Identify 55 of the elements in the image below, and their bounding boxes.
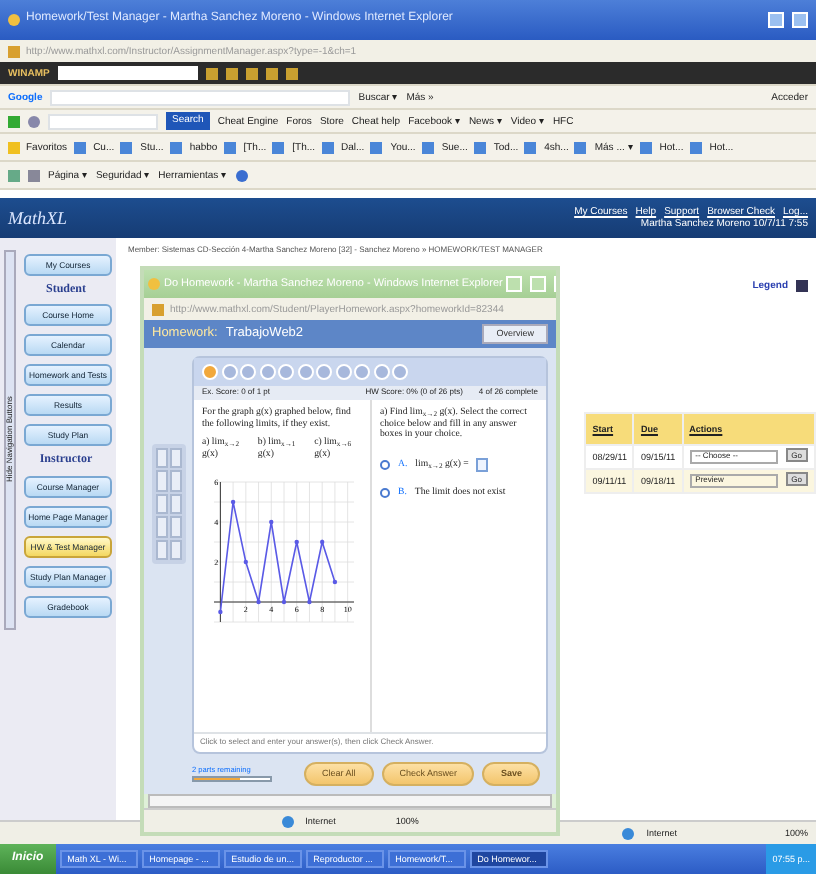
data-point (256, 599, 261, 604)
page-icon[interactable] (421, 141, 434, 153)
question-dot[interactable] (240, 364, 256, 380)
answer-box[interactable] (476, 458, 489, 473)
page-icon[interactable] (8, 45, 20, 57)
search-field[interactable] (50, 89, 351, 105)
data-point (230, 499, 236, 504)
question-dot[interactable] (392, 364, 408, 380)
question-dot[interactable] (278, 364, 294, 380)
question-dot[interactable] (221, 364, 237, 380)
data-point (243, 559, 248, 564)
data-point (269, 519, 274, 524)
question-dot[interactable] (354, 364, 370, 380)
question-dot[interactable] (259, 364, 275, 380)
page-icon[interactable] (473, 141, 486, 153)
data-point (218, 609, 223, 614)
data-point (320, 539, 325, 544)
page-icon[interactable] (73, 141, 86, 153)
page-icon[interactable] (169, 141, 182, 153)
maximize-button[interactable] (792, 12, 808, 28)
page-icon[interactable] (370, 141, 383, 153)
search-field[interactable] (57, 66, 198, 80)
search-field[interactable] (48, 113, 158, 129)
data-point (281, 599, 287, 604)
maximize-button[interactable] (530, 276, 547, 292)
page-icon[interactable] (272, 141, 285, 153)
horizontal-scrollbar[interactable] (148, 794, 552, 808)
lock-icon[interactable] (796, 279, 808, 292)
page-icon[interactable] (152, 303, 164, 315)
graph-line (219, 500, 336, 613)
minimize-button[interactable] (768, 12, 784, 28)
axes (213, 481, 355, 623)
radio-button[interactable] (380, 488, 390, 499)
page-icon[interactable] (689, 141, 702, 153)
question-dot[interactable] (297, 364, 313, 380)
radio-button[interactable] (380, 460, 390, 471)
globe-icon[interactable] (281, 815, 294, 827)
question-dot[interactable] (335, 364, 351, 380)
question-dot[interactable] (202, 364, 218, 380)
page-icon[interactable] (524, 141, 537, 153)
page-icon[interactable] (639, 141, 652, 153)
site-logo: MathXL (8, 207, 68, 229)
data-point (307, 599, 312, 604)
question-dot[interactable] (316, 364, 332, 380)
page-icon[interactable] (321, 141, 334, 153)
data-point (294, 539, 299, 544)
question-dot[interactable] (373, 364, 389, 380)
ie-logo-icon (8, 14, 20, 26)
page-icon[interactable] (574, 141, 587, 153)
page-icon[interactable] (120, 141, 133, 153)
page-icon[interactable] (223, 141, 236, 153)
data-point (332, 579, 338, 584)
math-palette[interactable] (152, 444, 186, 564)
globe-icon[interactable] (622, 827, 635, 839)
minimize-button[interactable] (506, 276, 523, 292)
